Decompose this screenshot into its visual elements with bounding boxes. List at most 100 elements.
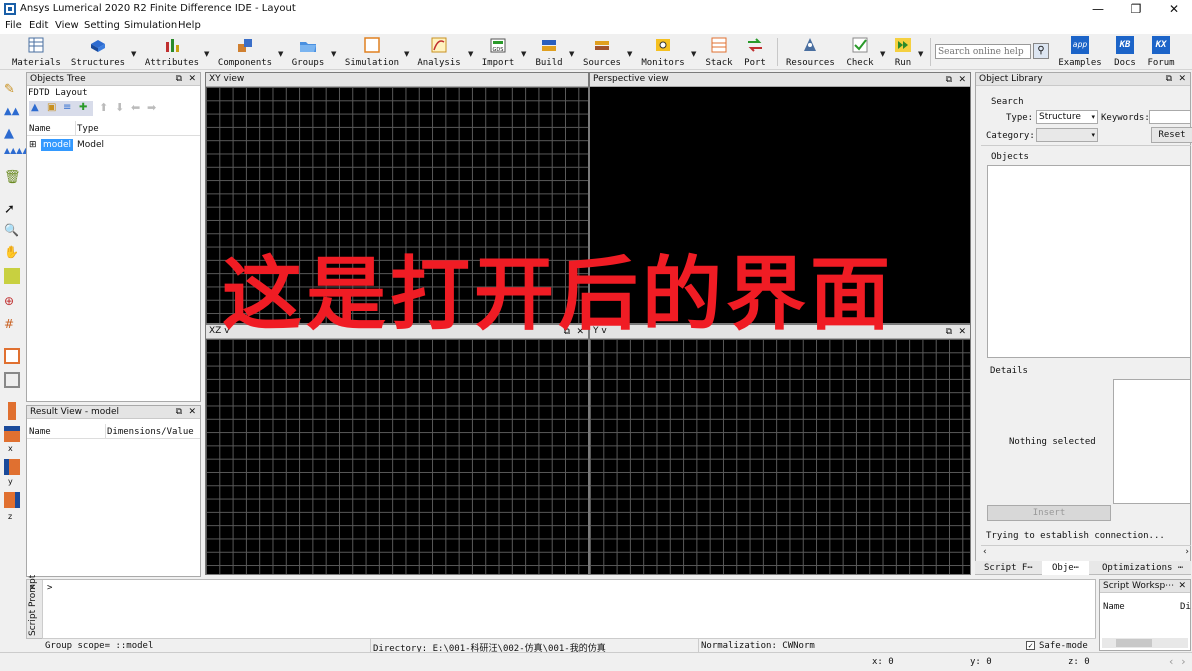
import-button[interactable]: GDS Import [480,36,516,68]
sources-dropdown-icon[interactable]: ▼ [627,50,632,58]
attributes-dropdown-icon[interactable]: ▼ [204,50,209,58]
run-button[interactable]: Run [892,36,914,68]
grid-snap-icon[interactable]: # [4,317,20,333]
reset-button[interactable]: Reset [1151,127,1192,143]
move-right-icon[interactable]: ➡ [147,101,156,114]
materials-button[interactable]: Materials [12,36,61,68]
pan-hand-icon[interactable]: ✋ [4,245,20,261]
structures-dropdown-icon[interactable]: ▼ [131,50,136,58]
delete-icon[interactable]: 🗑 [4,170,21,186]
check-dropdown-icon[interactable]: ▼ [880,50,885,58]
groups-button[interactable]: Groups [290,36,326,68]
tab-objects[interactable]: Obje⋯ [1042,561,1090,575]
library-scrollbar[interactable]: ‹ › [981,545,1191,557]
components-dropdown-icon[interactable]: ▼ [278,50,283,58]
add-analysis-icon[interactable]: ✚ [79,102,87,113]
panel-close-icon[interactable]: ✕ [188,73,196,85]
add-structure-icon[interactable]: ▲ [31,102,39,113]
groups-dropdown-icon[interactable]: ▼ [331,50,336,58]
y-orientation-icon[interactable] [4,492,20,508]
search-help-input[interactable] [935,44,1031,59]
menu-setting[interactable]: Setting [84,20,120,31]
attributes-button[interactable]: Attributes [144,36,200,68]
resources-button[interactable]: Resources [786,36,835,68]
edit-pencil-icon[interactable]: ✎ [4,82,20,98]
menu-edit[interactable]: Edit [29,20,48,31]
view-layout-icon[interactable] [4,348,20,364]
details-preview [1113,379,1191,504]
analysis-dropdown-icon[interactable]: ▼ [468,50,473,58]
sources-button[interactable]: Sources [582,36,622,68]
script-input[interactable] [45,584,1093,634]
x-orientation-icon[interactable] [4,459,20,475]
stack-button[interactable]: Stack [704,36,734,68]
float-icon[interactable]: ⧉ [946,74,952,86]
port-label: Port [744,58,766,68]
analysis-button[interactable]: Analysis [416,36,462,68]
simulation-button[interactable]: Simulation [344,36,400,68]
chevron-right-icon[interactable]: › [1180,655,1187,668]
keywords-input[interactable] [1149,110,1191,124]
move-up-icon[interactable]: ⬆ [99,101,108,114]
xz-view[interactable]: XZ v ⧉ ✕ [205,324,589,575]
type-select[interactable]: Structure ▾ [1036,110,1098,124]
docs-button[interactable]: KB Docs [1110,36,1140,68]
script-prompt-close-icon[interactable]: ✕ [29,583,36,592]
tab-optimizations[interactable]: Optimizations ⋯ [1102,563,1183,573]
yz-view[interactable]: Y v ⧉ ✕ [589,324,971,575]
table-view-icon[interactable] [4,372,20,388]
forum-button[interactable]: KX Forum [1146,36,1176,68]
add-group-icon[interactable]: ▣ [47,102,56,113]
panel-close-icon[interactable]: ✕ [188,406,196,418]
structure-large-icon[interactable]: ▲ [4,126,20,142]
panel-close-icon[interactable]: ✕ [1178,580,1186,592]
search-icon[interactable]: ⚲ [1033,43,1049,59]
zoom-extent-icon[interactable]: ⊕ [4,294,20,310]
build-button[interactable]: Build [533,36,565,68]
ws-scrollbar[interactable] [1102,638,1188,648]
run-dropdown-icon[interactable]: ▼ [918,50,923,58]
examples-button[interactable]: app Examples [1058,36,1102,68]
build-dropdown-icon[interactable]: ▼ [569,50,574,58]
menu-simulation[interactable]: Simulation [124,20,177,31]
menu-view[interactable]: View [55,20,79,31]
safe-mode-checkbox[interactable]: ✓ [1026,641,1035,650]
menu-file[interactable]: File [5,20,22,31]
monitors-dropdown-icon[interactable]: ▼ [691,50,696,58]
view-close-icon[interactable]: ✕ [958,326,966,338]
structure-small-icon[interactable]: ▲▲ [4,106,20,122]
expand-icon[interactable]: ⊞ [29,140,37,150]
array-icon[interactable]: ▲▲▲▲▲▲ [4,147,41,164]
tab-script-files[interactable]: Script F⋯ [984,563,1033,573]
components-button[interactable]: Components [216,36,274,68]
float-icon[interactable]: ⧉ [946,326,952,338]
simulation-dropdown-icon[interactable]: ▼ [404,50,409,58]
insert-button[interactable]: Insert [987,505,1111,521]
structures-button[interactable]: Structures [70,36,126,68]
move-left-icon[interactable]: ⬅ [131,101,140,114]
zoom-icon[interactable]: 🔍 [4,223,20,239]
ruler-icon[interactable] [4,268,20,284]
maximize-button[interactable]: ❐ [1126,2,1146,17]
layer-icon[interactable] [4,426,20,442]
chevron-left-icon[interactable]: ‹ [1168,655,1175,668]
close-button[interactable]: ✕ [1164,2,1184,17]
select-arrow-icon[interactable]: ➚ [4,202,20,218]
panel-close-icon[interactable]: ✕ [1178,73,1186,85]
menu-help[interactable]: Help [178,20,201,31]
float-icon[interactable]: ⧉ [176,73,182,85]
objects-list[interactable] [987,165,1191,358]
category-select[interactable]: ▾ [1036,128,1098,142]
monitors-button[interactable]: Monitors [640,36,686,68]
check-button[interactable]: Check [843,36,877,68]
add-layer-icon[interactable]: ≡ [63,102,71,113]
import-dropdown-icon[interactable]: ▼ [521,50,526,58]
minimize-button[interactable]: — [1088,2,1108,17]
port-button[interactable]: Port [742,36,768,68]
view-close-icon[interactable]: ✕ [958,74,966,86]
move-down-icon[interactable]: ⬇ [115,101,124,114]
float-icon[interactable]: ⧉ [176,406,182,418]
float-icon[interactable]: ⧉ [1166,73,1172,85]
material-bar-icon[interactable] [8,402,16,420]
tree-item-model[interactable]: model [41,139,74,151]
